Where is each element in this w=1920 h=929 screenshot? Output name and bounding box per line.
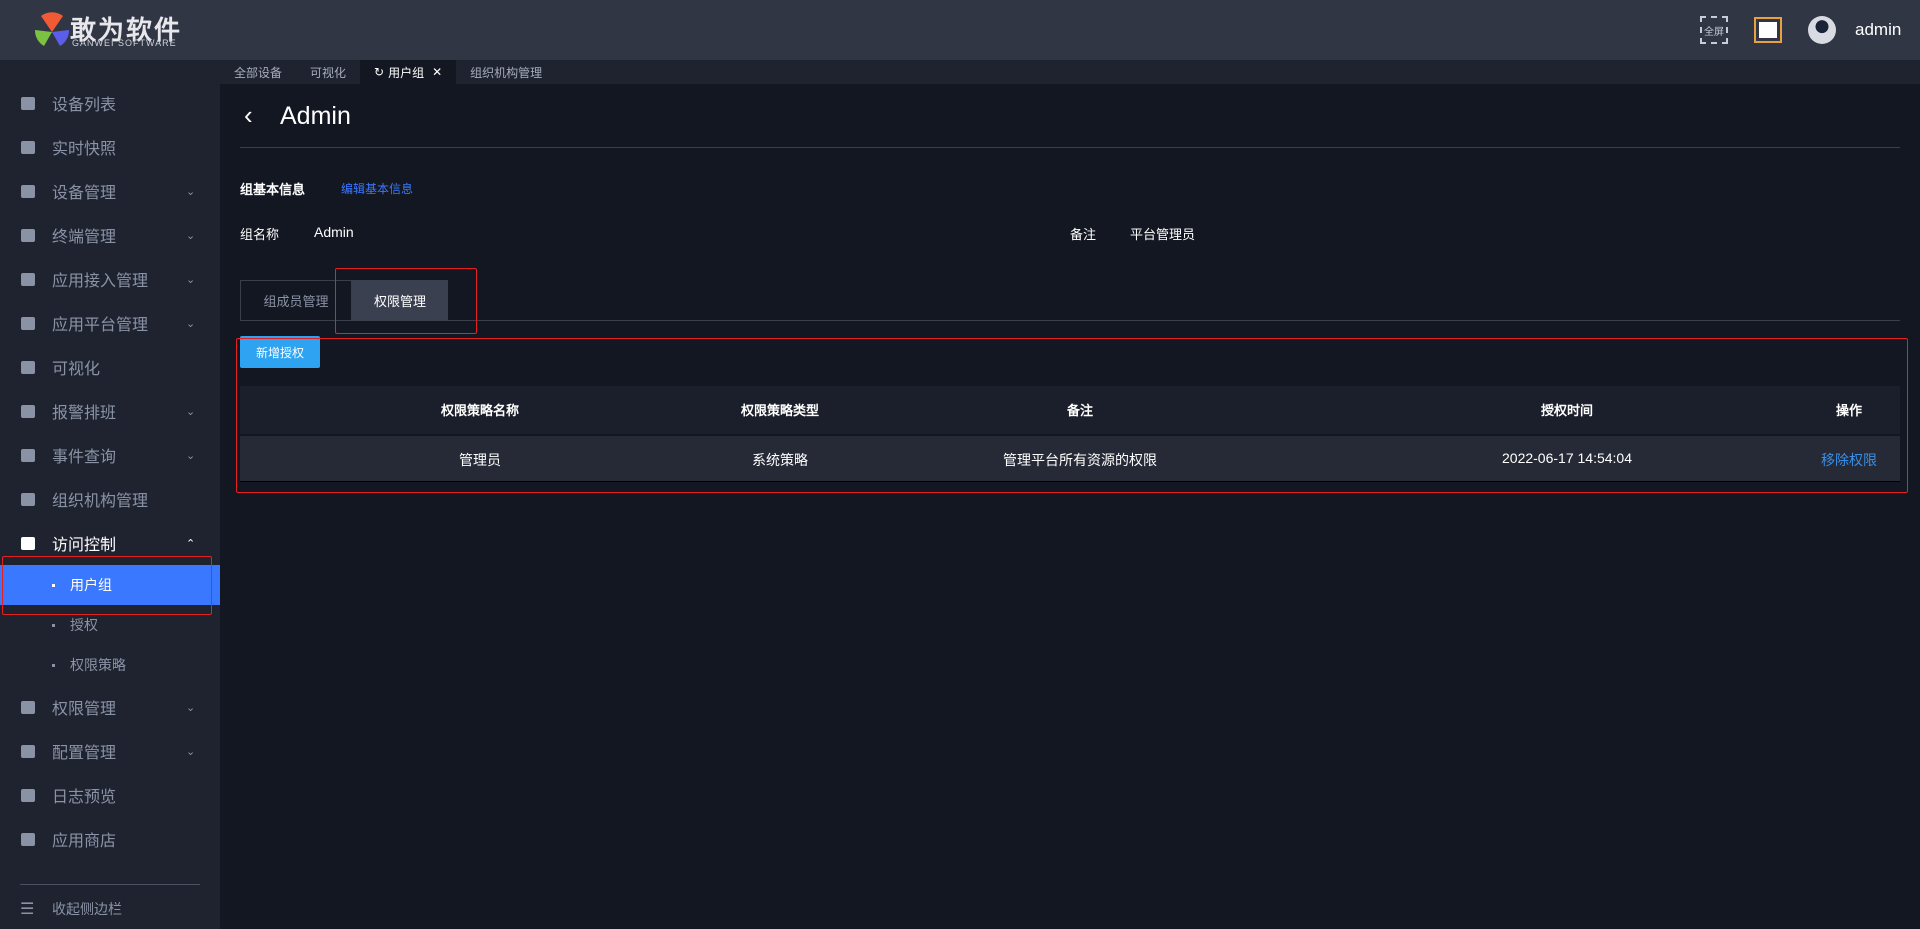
bullet-icon (52, 623, 55, 627)
gear-icon (21, 492, 35, 506)
title-divider (240, 147, 1900, 148)
avatar[interactable] (1808, 16, 1836, 44)
sidebar-item-label: 应用接入管理 (52, 273, 149, 290)
name-label: 组名称 (240, 227, 280, 242)
tab-label: 组成员管理 (263, 294, 329, 309)
calendar-icon (21, 404, 35, 418)
name-value: Admin (314, 224, 354, 240)
sidebar-item-sidebar.items.2[interactable]: 设备管理 ⌄ (0, 171, 220, 211)
refresh-icon[interactable]: ↻ (374, 65, 384, 79)
document-icon (21, 536, 35, 550)
highlight-box (335, 268, 477, 334)
monitor-icon (21, 96, 35, 110)
chevron-down-icon: ⌄ (186, 405, 196, 418)
sidebar-subitem[interactable]: 权限策略 (0, 645, 220, 685)
sidebar-subitem[interactable]: 授权 (0, 605, 220, 645)
sidebar-item-sidebar.items.3[interactable]: 终端管理 ⌄ (0, 215, 220, 255)
remark-label: 备注 (1070, 227, 1097, 242)
sidebar-item-sidebar.items.7[interactable]: 报警排班 ⌄ (0, 391, 220, 431)
grid-icon (21, 184, 35, 198)
fullscreen-label: 全屏 (1704, 26, 1724, 38)
tab-label: 组织机构管理 (470, 65, 543, 80)
sidebar-item-sidebar.items2.3[interactable]: 应用商店 (0, 819, 220, 859)
sidebar-item-label: 用户组 (70, 577, 112, 593)
fullscreen-text-button[interactable]: 全屏 (1700, 16, 1728, 44)
tab-all-devices[interactable]: 全部设备 (220, 60, 296, 84)
collapse-label: 收起侧边栏 (52, 901, 122, 917)
sidebar-item-label: 组织机构管理 (52, 493, 149, 510)
chevron-down-icon: ⌄ (186, 745, 196, 758)
sidebar-item-label: 报警排班 (52, 405, 117, 422)
fullscreen-icon[interactable] (1754, 17, 1782, 43)
sidebar-item-label: 权限管理 (52, 701, 117, 718)
chevron-down-icon: ⌄ (186, 701, 196, 714)
shield-icon (21, 700, 35, 714)
page-tabs: 全部设备 可视化 ↻ 用户组 ✕ 组织机构管理 (220, 60, 1920, 84)
sidebar-item-sidebar.items.1[interactable]: 实时快照 (0, 127, 220, 167)
tab-label: 用户组 (388, 65, 425, 80)
chevron-down-icon: ⌄ (186, 449, 196, 462)
store-icon (21, 832, 35, 846)
tab-label: 可视化 (310, 65, 347, 80)
sidebar-item-sidebar.items.8[interactable]: 事件查询 ⌄ (0, 435, 220, 475)
edit-info-link[interactable]: 编辑基本信息 (341, 180, 413, 197)
collapse-icon: ☰ (20, 901, 35, 918)
search-doc-icon (21, 448, 35, 462)
sidebar-item-label: 设备管理 (52, 185, 117, 202)
grid-icon (21, 272, 35, 286)
sidebar-item-label: 实时快照 (52, 141, 117, 158)
username[interactable]: admin (1855, 20, 1901, 40)
sidebar-item-label: 设备列表 (52, 97, 117, 114)
document-icon (21, 788, 35, 802)
sidebar-item-sidebar.items.6[interactable]: 可视化 (0, 347, 220, 387)
sidebar-subitem[interactable]: 用户组 (0, 565, 220, 605)
brand-subtitle: GANWEI SOFTWARE (72, 38, 177, 48)
page-title: Admin (280, 102, 351, 130)
remark-value: 平台管理员 (1130, 227, 1196, 242)
back-icon[interactable]: ‹ (244, 100, 253, 131)
sidebar-item-sidebar.items.0[interactable]: 设备列表 (0, 83, 220, 123)
sidebar-item-label: 配置管理 (52, 745, 117, 762)
sidebar-item-label: 事件查询 (52, 449, 117, 466)
sidebar-item-label: 应用平台管理 (52, 317, 149, 334)
sidebar-item-label: 可视化 (52, 361, 101, 378)
sidebar-item-sidebar.items.5[interactable]: 应用平台管理 ⌄ (0, 303, 220, 343)
tab-label: 全部设备 (234, 65, 283, 80)
sidebar-item-label: 授权 (70, 617, 98, 633)
sidebar-item-label: 访问控制 (52, 537, 117, 554)
tab-divider (240, 320, 1900, 321)
chevron-down-icon: ⌄ (186, 273, 196, 286)
grid-icon (21, 360, 35, 374)
sidebar-item-label: 终端管理 (52, 229, 117, 246)
collapse-sidebar-button[interactable]: ☰ 收起侧边栏 (0, 889, 220, 929)
chevron-up-icon: ⌃ (186, 537, 196, 550)
close-icon[interactable]: ✕ (432, 65, 442, 79)
tab-visualization[interactable]: 可视化 (296, 60, 360, 84)
sidebar-divider (20, 884, 200, 885)
tab-org-management[interactable]: 组织机构管理 (456, 60, 556, 84)
chevron-down-icon: ⌄ (186, 317, 196, 330)
sidebar-item-label: 应用商店 (52, 833, 117, 850)
sidebar-item-sidebar.items.9[interactable]: 组织机构管理 (0, 479, 220, 519)
section-title: 组基本信息 (240, 182, 306, 197)
chevron-down-icon: ⌄ (186, 229, 196, 242)
sidebar-item-sidebar.items2.2[interactable]: 日志预览 (0, 775, 220, 815)
logo-icon (34, 12, 70, 46)
chevron-down-icon: ⌄ (186, 185, 196, 198)
sidebar-item-label: 权限策略 (70, 657, 126, 673)
sidebar-item-sidebar.items.4[interactable]: 应用接入管理 ⌄ (0, 259, 220, 299)
highlight-box (236, 338, 1908, 493)
top-header: 敢为软件 GANWEI SOFTWARE 全屏 admin (0, 0, 1920, 60)
sidebar-item-sidebar.items2.0[interactable]: 权限管理 ⌄ (0, 687, 220, 727)
sidebar-item-sidebar.items2.1[interactable]: 配置管理 ⌄ (0, 731, 220, 771)
camera-icon (21, 140, 35, 154)
sidebar-item-label: 日志预览 (52, 789, 117, 806)
bullet-icon (52, 583, 55, 587)
bullet-icon (52, 663, 55, 667)
bookmark-icon (21, 744, 35, 758)
grid-icon (21, 228, 35, 242)
tab-user-group[interactable]: ↻ 用户组 ✕ (360, 60, 457, 84)
grid-icon (21, 316, 35, 330)
